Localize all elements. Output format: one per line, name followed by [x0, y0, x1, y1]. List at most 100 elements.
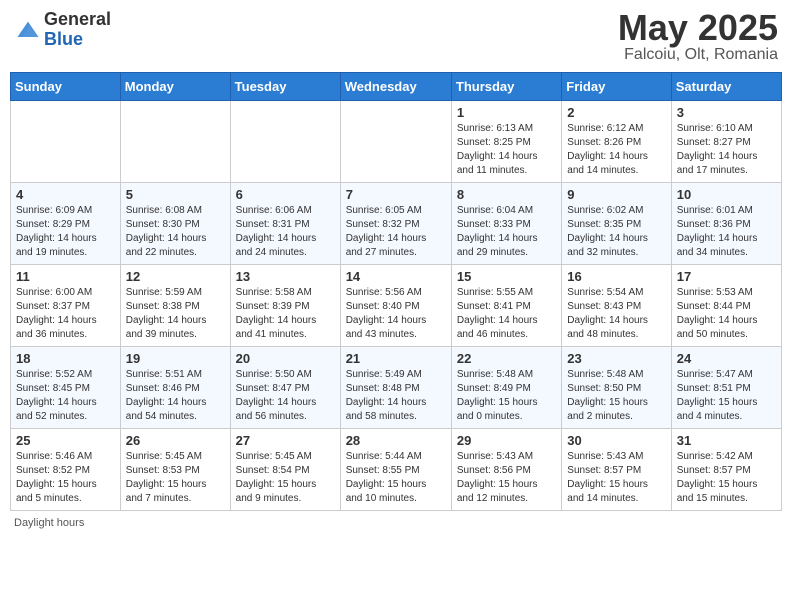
calendar-week-row: 1Sunrise: 6:13 AM Sunset: 8:25 PM Daylig… — [11, 101, 782, 183]
calendar-header-row: SundayMondayTuesdayWednesdayThursdayFrid… — [11, 73, 782, 101]
day-info: Sunrise: 5:53 AM Sunset: 8:44 PM Dayligh… — [677, 286, 776, 342]
calendar-cell: 14 Sunrise: 5:56 AM Sunset: 8:40 PM Dayli… — [340, 265, 451, 347]
calendar-week-row: 4 Sunrise: 6:09 AM Sunset: 8:29 PM Daylig… — [11, 183, 782, 265]
calendar-cell: 19 Sunrise: 5:51 AM Sunset: 8:46 PM Dayli… — [120, 347, 230, 429]
calendar-cell: 26 Sunrise: 5:45 AM Sunset: 8:53 PM Dayli… — [120, 429, 230, 511]
day-number: 14 — [346, 269, 446, 284]
day-number: 17 — [677, 269, 776, 284]
logo-blue: Blue — [44, 30, 111, 50]
day-number: 2 — [567, 105, 665, 120]
logo-icon — [14, 16, 42, 44]
title-area: May 2025 Falcoiu, Olt, Romania — [618, 10, 778, 64]
day-number: 6 — [236, 187, 335, 202]
day-info: Sunrise: 5:45 AM Sunset: 8:53 PM Dayligh… — [126, 450, 225, 506]
calendar-cell: 12 Sunrise: 5:59 AM Sunset: 8:38 PM Dayli… — [120, 265, 230, 347]
calendar-cell: 15 Sunrise: 5:55 AM Sunset: 8:41 PM Dayli… — [451, 265, 561, 347]
calendar-cell: 22 Sunrise: 5:48 AM Sunset: 8:49 PM Dayli… — [451, 347, 561, 429]
calendar-cell: 16 Sunrise: 5:54 AM Sunset: 8:43 PM Dayli… — [562, 265, 671, 347]
day-number: 20 — [236, 351, 335, 366]
column-header-wednesday: Wednesday — [340, 73, 451, 101]
calendar-cell: 10 Sunrise: 6:01 AM Sunset: 8:36 PM Dayli… — [671, 183, 781, 265]
day-info: Sunrise: 5:54 AM Sunset: 8:43 PM Dayligh… — [567, 286, 665, 342]
calendar-cell: 8 Sunrise: 6:04 AM Sunset: 8:33 PM Daylig… — [451, 183, 561, 265]
day-info: Sunrise: 6:09 AM Sunset: 8:29 PM Dayligh… — [16, 204, 115, 260]
day-number: 30 — [567, 433, 665, 448]
calendar-cell: 2Sunrise: 6:12 AM Sunset: 8:26 PM Daylig… — [562, 101, 671, 183]
logo-general: General — [44, 10, 111, 30]
calendar-cell: 25 Sunrise: 5:46 AM Sunset: 8:52 PM Dayli… — [11, 429, 121, 511]
calendar-cell — [120, 101, 230, 183]
calendar-cell: 5 Sunrise: 6:08 AM Sunset: 8:30 PM Daylig… — [120, 183, 230, 265]
day-info: Sunrise: 5:46 AM Sunset: 8:52 PM Dayligh… — [16, 450, 115, 506]
day-info: Sunrise: 6:06 AM Sunset: 8:31 PM Dayligh… — [236, 204, 335, 260]
day-number: 18 — [16, 351, 115, 366]
calendar-cell: 31 Sunrise: 5:42 AM Sunset: 8:57 PM Dayli… — [671, 429, 781, 511]
day-info: Sunrise: 6:08 AM Sunset: 8:30 PM Dayligh… — [126, 204, 225, 260]
calendar-cell: 9Sunrise: 6:02 AM Sunset: 8:35 PM Daylig… — [562, 183, 671, 265]
day-number: 25 — [16, 433, 115, 448]
column-header-friday: Friday — [562, 73, 671, 101]
day-info: Sunrise: 5:50 AM Sunset: 8:47 PM Dayligh… — [236, 368, 335, 424]
column-header-tuesday: Tuesday — [230, 73, 340, 101]
calendar-cell: 11Sunrise: 6:00 AM Sunset: 8:37 PM Dayli… — [11, 265, 121, 347]
calendar-cell: 6 Sunrise: 6:06 AM Sunset: 8:31 PM Daylig… — [230, 183, 340, 265]
day-info: Sunrise: 6:01 AM Sunset: 8:36 PM Dayligh… — [677, 204, 776, 260]
day-number: 12 — [126, 269, 225, 284]
day-number: 31 — [677, 433, 776, 448]
calendar-cell: 28Sunrise: 5:44 AM Sunset: 8:55 PM Dayli… — [340, 429, 451, 511]
day-number: 28 — [346, 433, 446, 448]
day-number: 4 — [16, 187, 115, 202]
day-info: Sunrise: 5:52 AM Sunset: 8:45 PM Dayligh… — [16, 368, 115, 424]
calendar-cell — [230, 101, 340, 183]
day-info: Sunrise: 5:55 AM Sunset: 8:41 PM Dayligh… — [457, 286, 556, 342]
day-info: Sunrise: 5:48 AM Sunset: 8:49 PM Dayligh… — [457, 368, 556, 424]
calendar-cell: 21 Sunrise: 5:49 AM Sunset: 8:48 PM Dayli… — [340, 347, 451, 429]
calendar-cell: 29Sunrise: 5:43 AM Sunset: 8:56 PM Dayli… — [451, 429, 561, 511]
calendar-cell: 17 Sunrise: 5:53 AM Sunset: 8:44 PM Dayli… — [671, 265, 781, 347]
day-number: 5 — [126, 187, 225, 202]
calendar-table: SundayMondayTuesdayWednesdayThursdayFrid… — [10, 72, 782, 511]
day-info: Sunrise: 6:04 AM Sunset: 8:33 PM Dayligh… — [457, 204, 556, 260]
day-info: Sunrise: 5:56 AM Sunset: 8:40 PM Dayligh… — [346, 286, 446, 342]
calendar-cell: 20 Sunrise: 5:50 AM Sunset: 8:47 PM Dayli… — [230, 347, 340, 429]
day-number: 13 — [236, 269, 335, 284]
day-number: 15 — [457, 269, 556, 284]
day-info: Sunrise: 5:59 AM Sunset: 8:38 PM Dayligh… — [126, 286, 225, 342]
day-info: Sunrise: 5:47 AM Sunset: 8:51 PM Dayligh… — [677, 368, 776, 424]
footer-note: Daylight hours — [10, 517, 782, 529]
day-info: Sunrise: 5:45 AM Sunset: 8:54 PM Dayligh… — [236, 450, 335, 506]
day-number: 16 — [567, 269, 665, 284]
day-number: 19 — [126, 351, 225, 366]
day-info: Sunrise: 5:49 AM Sunset: 8:48 PM Dayligh… — [346, 368, 446, 424]
day-number: 10 — [677, 187, 776, 202]
day-number: 7 — [346, 187, 446, 202]
day-number: 21 — [346, 351, 446, 366]
day-info: Sunrise: 5:48 AM Sunset: 8:50 PM Dayligh… — [567, 368, 665, 424]
calendar-cell: 4 Sunrise: 6:09 AM Sunset: 8:29 PM Daylig… — [11, 183, 121, 265]
day-info: Sunrise: 5:51 AM Sunset: 8:46 PM Dayligh… — [126, 368, 225, 424]
day-info: Sunrise: 5:42 AM Sunset: 8:57 PM Dayligh… — [677, 450, 776, 506]
day-number: 11 — [16, 269, 115, 284]
day-number: 22 — [457, 351, 556, 366]
day-number: 8 — [457, 187, 556, 202]
location-subtitle: Falcoiu, Olt, Romania — [618, 46, 778, 64]
day-info: Sunrise: 5:43 AM Sunset: 8:56 PM Dayligh… — [457, 450, 556, 506]
calendar-cell: 18 Sunrise: 5:52 AM Sunset: 8:45 PM Dayli… — [11, 347, 121, 429]
day-info: Sunrise: 6:10 AM Sunset: 8:27 PM Dayligh… — [677, 122, 776, 178]
day-number: 1 — [457, 105, 556, 120]
calendar-week-row: 11Sunrise: 6:00 AM Sunset: 8:37 PM Dayli… — [11, 265, 782, 347]
day-number: 24 — [677, 351, 776, 366]
calendar-cell — [11, 101, 121, 183]
logo: General Blue — [14, 10, 111, 50]
column-header-monday: Monday — [120, 73, 230, 101]
column-header-saturday: Saturday — [671, 73, 781, 101]
day-number: 26 — [126, 433, 225, 448]
day-number: 9 — [567, 187, 665, 202]
calendar-cell: 1Sunrise: 6:13 AM Sunset: 8:25 PM Daylig… — [451, 101, 561, 183]
page-header: General Blue May 2025 Falcoiu, Olt, Roma… — [10, 10, 782, 64]
day-number: 3 — [677, 105, 776, 120]
calendar-week-row: 25 Sunrise: 5:46 AM Sunset: 8:52 PM Dayli… — [11, 429, 782, 511]
calendar-cell: 3 Sunrise: 6:10 AM Sunset: 8:27 PM Daylig… — [671, 101, 781, 183]
calendar-cell: 24 Sunrise: 5:47 AM Sunset: 8:51 PM Dayli… — [671, 347, 781, 429]
day-info: Sunrise: 6:05 AM Sunset: 8:32 PM Dayligh… — [346, 204, 446, 260]
